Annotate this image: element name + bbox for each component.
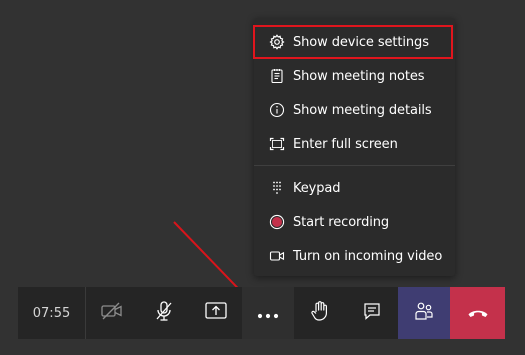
menu-item-label: Keypad [293,180,341,196]
mic-off-icon [154,300,174,326]
menu-item-label: Show meeting details [293,102,432,118]
participants-icon [413,301,435,325]
camera-toggle-button[interactable] [86,287,138,339]
menu-item-keypad[interactable]: Keypad [254,171,455,205]
highlight-box [253,25,453,59]
menu-item-show-meeting-details[interactable]: Show meeting details [254,93,455,127]
hang-up-button[interactable] [450,287,505,339]
menu-item-show-meeting-notes[interactable]: Show meeting notes [254,59,455,93]
notes-icon [268,68,285,85]
video-icon [268,248,285,265]
raise-hand-button[interactable] [294,287,346,339]
raise-hand-icon [310,300,330,326]
chat-button[interactable] [346,287,398,339]
hang-up-icon [467,304,489,323]
menu-item-label: Enter full screen [293,136,398,152]
call-timer: 07:55 [18,287,86,339]
fullscreen-icon [268,136,285,153]
menu-item-label: Show meeting notes [293,68,425,84]
mic-toggle-button[interactable] [138,287,190,339]
share-screen-button[interactable] [190,287,242,339]
info-icon [268,102,285,119]
keypad-icon [268,180,285,197]
menu-item-label: Turn on incoming video [293,248,443,264]
menu-item-turn-on-incoming-video[interactable]: Turn on incoming video [254,239,455,273]
menu-item-label: Start recording [293,214,390,230]
camera-off-icon [100,301,124,325]
more-options-button[interactable] [242,287,294,339]
call-toolbar: 07:55 [18,287,505,339]
menu-item-enter-full-screen[interactable]: Enter full screen [254,127,455,161]
record-icon [268,214,285,231]
more-options-icon [257,304,279,323]
chat-icon [362,301,382,325]
menu-divider [254,165,455,166]
share-screen-icon [204,301,228,325]
menu-item-start-recording[interactable]: Start recording [254,205,455,239]
participants-button[interactable] [398,287,450,339]
